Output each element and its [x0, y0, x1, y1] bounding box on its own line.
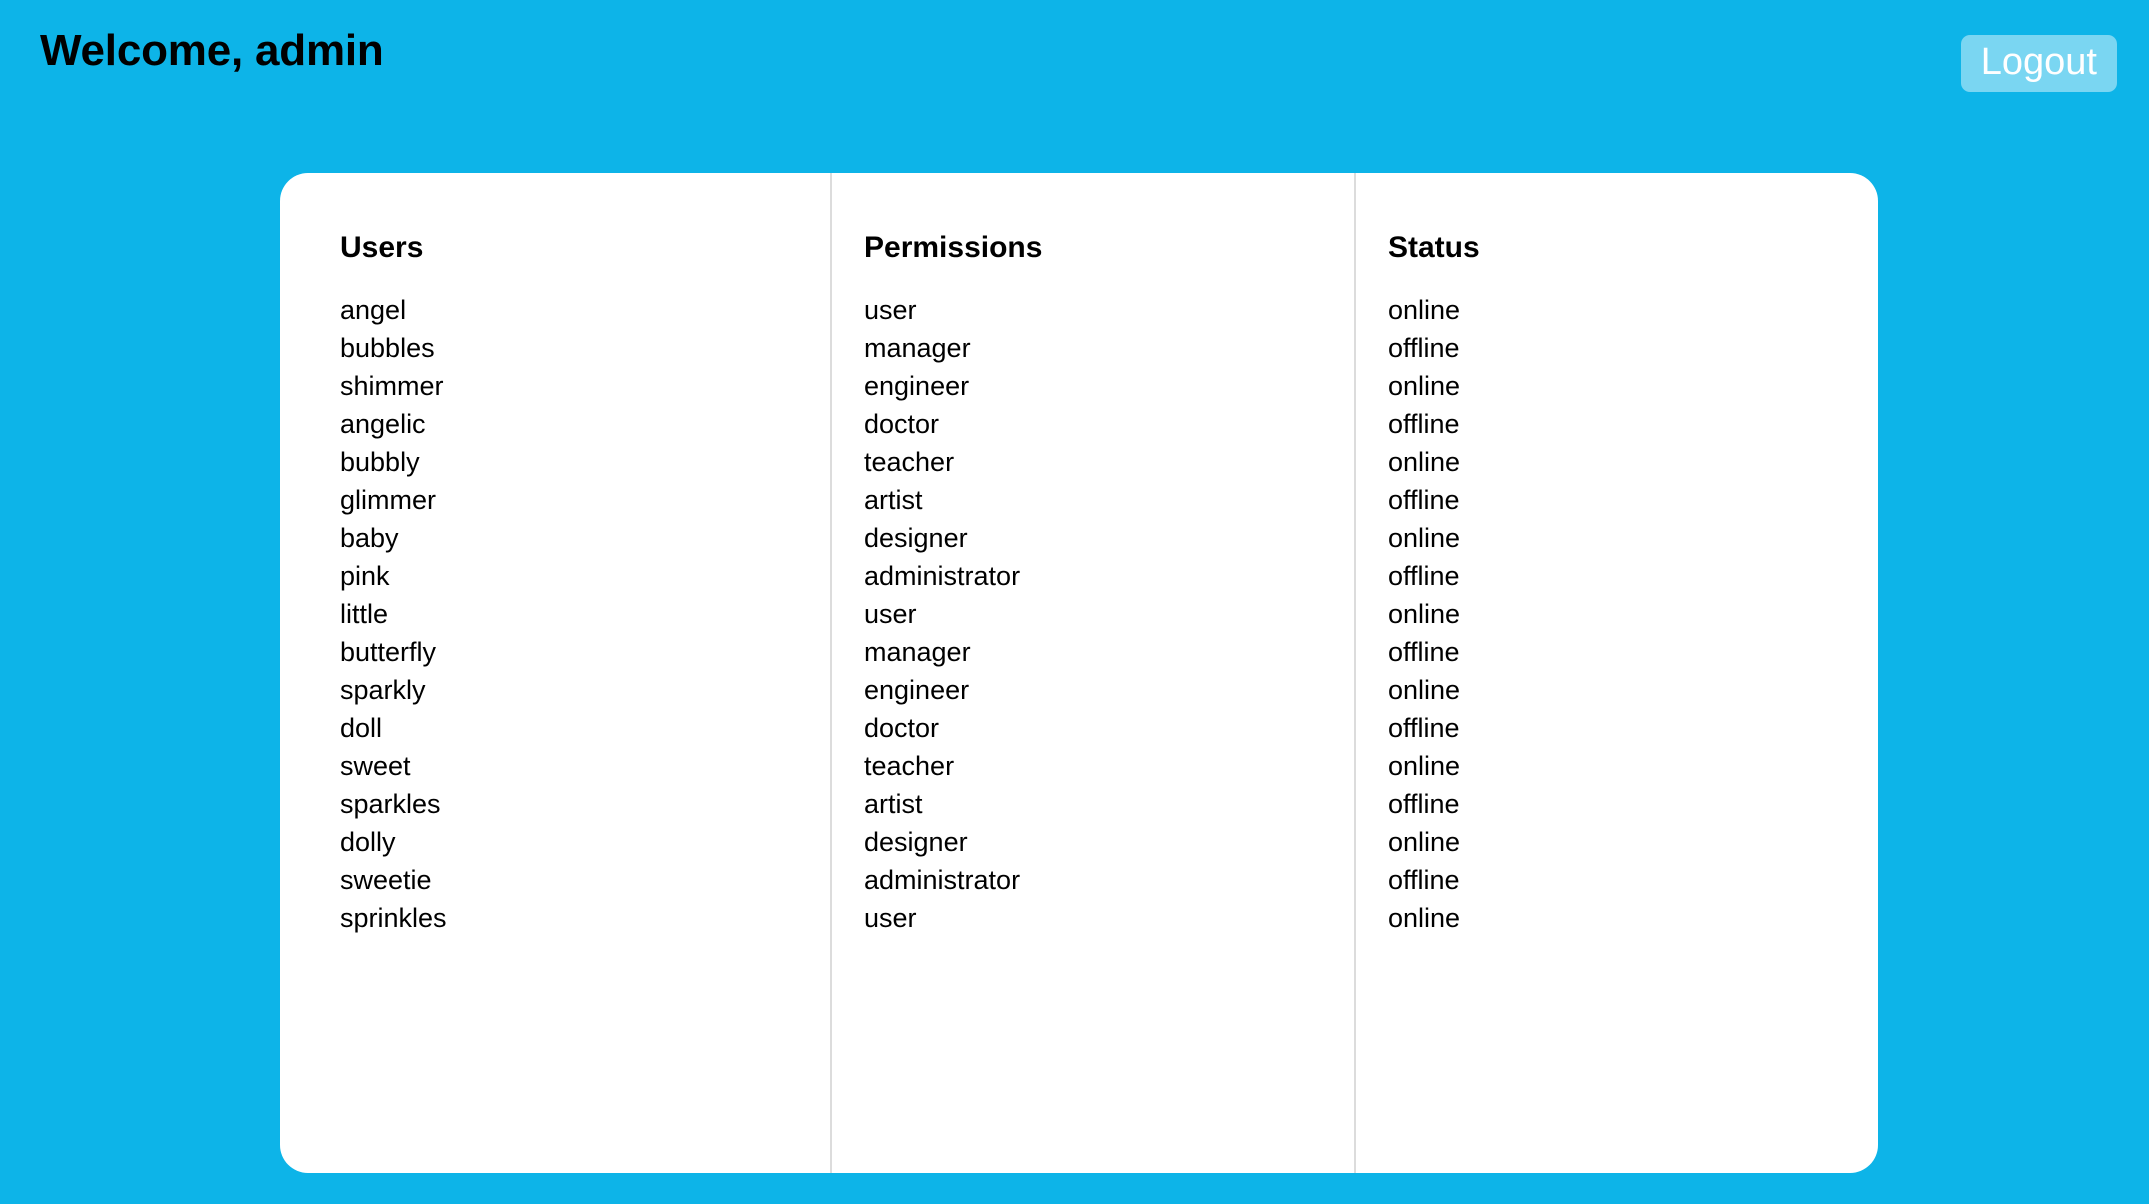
list-item: user	[864, 902, 917, 933]
status-list: online offline online offline online off…	[1388, 291, 1878, 937]
column-header-permissions: Permissions	[864, 231, 1043, 264]
list-item: online	[1388, 446, 1461, 477]
list-item: designer	[864, 826, 968, 857]
list-item: angel	[340, 294, 407, 325]
list-item: doll	[340, 712, 383, 743]
list-item: online	[1388, 750, 1461, 781]
list-item: online	[1388, 902, 1461, 933]
list-item: teacher	[864, 750, 955, 781]
list-item: sparkles	[340, 788, 441, 819]
list-item: offline	[1388, 560, 1460, 591]
list-item: shimmer	[340, 370, 444, 401]
list-item: user	[864, 294, 917, 325]
users-list: angel bubbles shimmer angelic bubbly gli…	[340, 291, 830, 937]
list-item: little	[340, 598, 389, 629]
list-item: pink	[340, 560, 390, 591]
list-item: online	[1388, 522, 1461, 553]
list-item: manager	[864, 636, 971, 667]
list-item: engineer	[864, 370, 970, 401]
list-item: glimmer	[340, 484, 437, 515]
column-users: Users angel bubbles shimmer angelic bubb…	[280, 173, 830, 1173]
list-item: online	[1388, 370, 1461, 401]
list-item: offline	[1388, 864, 1460, 895]
list-item: designer	[864, 522, 968, 553]
permissions-list: user manager engineer doctor teacher art…	[864, 291, 1354, 937]
column-header-users: Users	[340, 231, 424, 264]
list-item: administrator	[864, 560, 1021, 591]
list-item: bubbles	[340, 332, 435, 363]
list-item: sparkly	[340, 674, 426, 705]
list-item: bubbly	[340, 446, 420, 477]
column-status: Status online offline online offline onl…	[1354, 173, 1878, 1173]
list-item: sweetie	[340, 864, 432, 895]
list-item: artist	[864, 484, 923, 515]
list-item: angelic	[340, 408, 426, 439]
list-item: online	[1388, 294, 1461, 325]
list-item: engineer	[864, 674, 970, 705]
list-item: offline	[1388, 636, 1460, 667]
logout-button[interactable]: Logout	[1960, 35, 2117, 92]
list-item: offline	[1388, 484, 1460, 515]
list-item: online	[1388, 674, 1461, 705]
list-item: online	[1388, 826, 1461, 857]
list-item: user	[864, 598, 917, 629]
admin-dashboard-page: Welcome, admin Logout Users angel bubble…	[0, 0, 2149, 1204]
list-item: offline	[1388, 332, 1460, 363]
list-item: butterfly	[340, 636, 437, 667]
list-item: manager	[864, 332, 971, 363]
list-item: offline	[1388, 788, 1460, 819]
column-header-status: Status	[1388, 231, 1480, 264]
list-item: sweet	[340, 750, 411, 781]
list-item: offline	[1388, 712, 1460, 743]
page-title: Welcome, admin	[40, 26, 384, 75]
list-item: artist	[864, 788, 923, 819]
list-item: teacher	[864, 446, 955, 477]
page-header: Welcome, admin Logout	[0, 0, 2149, 128]
list-item: dolly	[340, 826, 396, 857]
list-item: administrator	[864, 864, 1021, 895]
list-item: sprinkles	[340, 902, 447, 933]
list-item: online	[1388, 598, 1461, 629]
list-item: offline	[1388, 408, 1460, 439]
column-permissions: Permissions user manager engineer doctor…	[830, 173, 1354, 1173]
list-item: doctor	[864, 712, 940, 743]
data-card: Users angel bubbles shimmer angelic bubb…	[280, 173, 1878, 1173]
list-item: doctor	[864, 408, 940, 439]
list-item: baby	[340, 522, 399, 553]
